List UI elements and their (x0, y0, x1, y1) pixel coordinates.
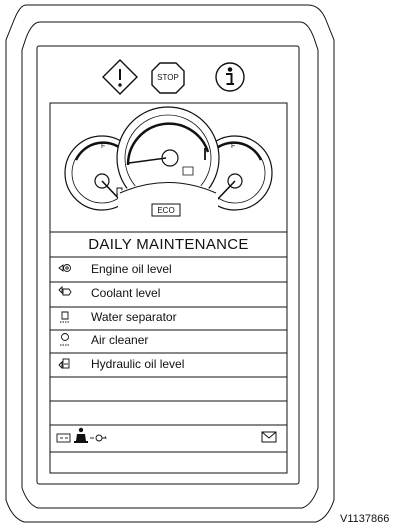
info-icon (215, 62, 245, 92)
engine-key-icon (90, 434, 107, 442)
engine-oil-icon (58, 264, 71, 272)
eco-label: ECO (157, 206, 175, 215)
air-cleaner-icon (60, 333, 70, 346)
fuel-gauge-full-mark: F (101, 143, 106, 150)
temp-gauge-full-mark: F (231, 143, 236, 150)
menu-item-engine-oil[interactable]: Engine oil level (91, 262, 172, 276)
page-title: DAILY MAINTENANCE (88, 236, 249, 253)
battery-icon (56, 433, 71, 443)
message-envelope-icon (261, 431, 277, 443)
display-unit (5, 4, 335, 523)
gauge-cluster (64, 106, 273, 217)
menu-item-coolant[interactable]: Coolant level (91, 286, 160, 300)
figure-reference: V1137866 (340, 513, 390, 525)
operator-seat-icon (74, 427, 88, 443)
menu-item-air-cleaner[interactable]: Air cleaner (91, 333, 148, 347)
warning-icon (102, 59, 138, 95)
water-separator-icon (60, 311, 70, 323)
hydraulic-oil-icon (58, 358, 70, 370)
menu-item-hydraulic-oil[interactable]: Hydraulic oil level (91, 357, 184, 371)
coolant-icon (58, 285, 72, 296)
menu-item-water-separator[interactable]: Water separator (91, 310, 177, 324)
stop-label: STOP (157, 73, 179, 82)
